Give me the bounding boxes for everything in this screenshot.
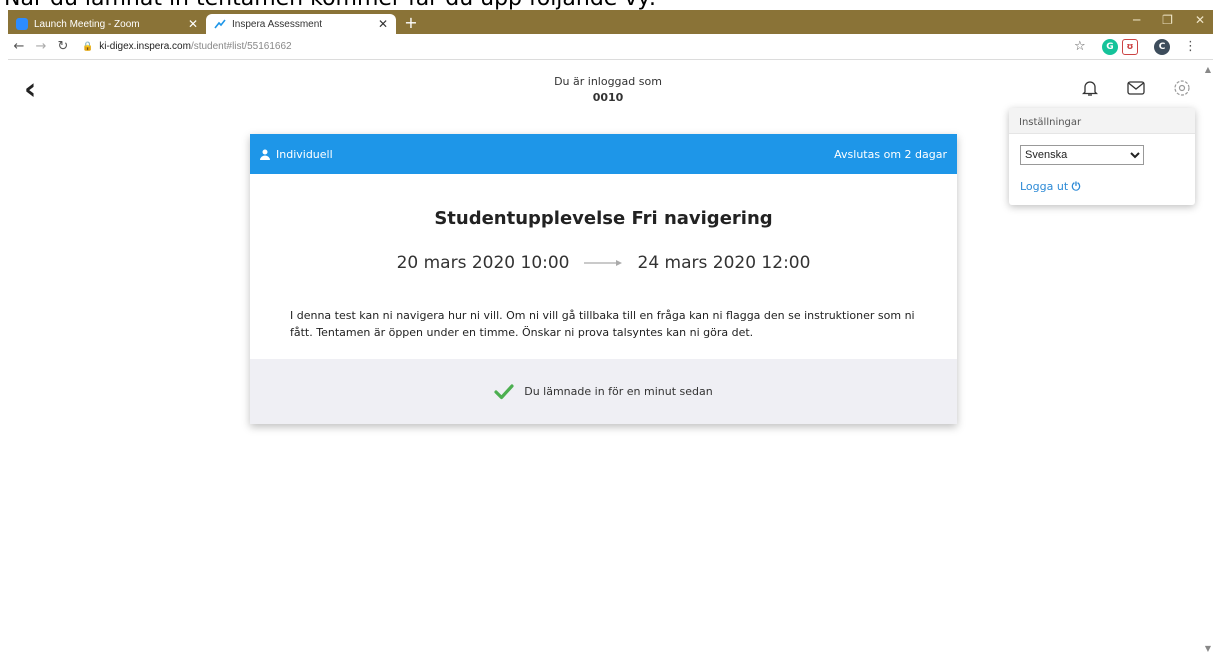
- minimize-icon[interactable]: ─: [1133, 13, 1140, 27]
- back-icon[interactable]: ‹: [24, 75, 36, 105]
- logout-link[interactable]: Logga ut ⏻: [1020, 180, 1080, 194]
- forward-arrow-icon[interactable]: →: [30, 39, 52, 54]
- arrow-right-icon: [583, 260, 622, 266]
- star-icon[interactable]: ☆: [1074, 39, 1086, 54]
- settings-dropdown: Inställningar Svenska Logga ut ⏻: [1009, 108, 1195, 205]
- checkmark-icon: [494, 383, 514, 399]
- url-path: /student#list/55161662: [190, 41, 292, 52]
- caption-text: När du lämnat in tentamen kommer får du …: [4, 0, 656, 10]
- browser-window: Launch Meeting - Zoom ✕ Inspera Assessme…: [8, 10, 1213, 655]
- back-arrow-icon[interactable]: ←: [8, 39, 30, 54]
- tab-inspera[interactable]: Inspera Assessment ✕: [206, 14, 396, 34]
- scroll-down-icon[interactable]: ▼: [1205, 644, 1211, 653]
- logout-label: Logga ut: [1020, 180, 1069, 193]
- exam-card[interactable]: Individuell Avslutas om 2 dagar Studentu…: [250, 134, 957, 424]
- restore-icon[interactable]: ❐: [1162, 13, 1173, 27]
- exam-dates: 20 mars 2020 10:00 24 mars 2020 12:00: [250, 253, 957, 273]
- close-window-icon[interactable]: ✕: [1195, 13, 1205, 27]
- gear-icon[interactable]: [1171, 77, 1193, 99]
- url-field[interactable]: 🔒 ki-digex.inspera.com/student#list/5516…: [82, 41, 292, 52]
- language-select[interactable]: Svenska: [1020, 145, 1144, 165]
- exam-type: Individuell: [276, 147, 333, 161]
- tab-bar: Launch Meeting - Zoom ✕ Inspera Assessme…: [8, 10, 1213, 34]
- tab-title: Launch Meeting - Zoom: [34, 18, 140, 30]
- reload-icon[interactable]: ↻: [52, 39, 74, 54]
- status-text: Du lämnade in för en minut sedan: [524, 385, 713, 398]
- tab-zoom[interactable]: Launch Meeting - Zoom ✕: [8, 14, 206, 34]
- scroll-up-icon[interactable]: ▲: [1205, 65, 1211, 74]
- bell-icon[interactable]: [1079, 77, 1101, 99]
- exam-description: I denna test kan ni navigera hur ni vill…: [290, 309, 915, 339]
- menu-dots-icon[interactable]: ⋮: [1184, 39, 1197, 54]
- page-content: ‹ Du är inloggad som 0010 Inställningar …: [8, 61, 1213, 655]
- profile-avatar[interactable]: C: [1154, 39, 1170, 55]
- lock-icon: 🔒: [82, 41, 94, 51]
- submission-status: Du lämnade in för en minut sedan: [250, 359, 957, 424]
- window-controls: ─ ❐ ✕: [1133, 13, 1205, 27]
- start-date: 20 mars 2020 10:00: [396, 253, 570, 273]
- ends-in: Avslutas om 2 dagar: [834, 147, 947, 161]
- person-icon: [260, 149, 270, 160]
- card-header: Individuell Avslutas om 2 dagar: [250, 134, 957, 174]
- document-caption: När du lämnat in tentamen kommer får du …: [0, 0, 1213, 10]
- logged-in-info: Du är inloggad som 0010: [518, 75, 698, 104]
- mail-icon[interactable]: [1125, 77, 1147, 99]
- user-id: 0010: [592, 91, 624, 104]
- exam-title: Studentupplevelse Fri navigering: [434, 208, 773, 229]
- close-icon[interactable]: ✕: [188, 17, 198, 31]
- logged-in-label: Du är inloggad som: [554, 75, 662, 88]
- grammarly-icon[interactable]: G: [1102, 39, 1118, 55]
- power-icon: ⏻: [1071, 180, 1081, 193]
- new-tab-button[interactable]: +: [402, 14, 420, 32]
- extension-icon[interactable]: ʊ: [1122, 39, 1138, 55]
- url-host: ki-digex.inspera.com: [99, 41, 191, 52]
- end-date: 24 mars 2020 12:00: [637, 253, 811, 273]
- inspera-icon: [214, 18, 226, 30]
- zoom-icon: [16, 18, 28, 30]
- top-icons: [1079, 77, 1193, 99]
- address-bar: ← → ↻ 🔒 ki-digex.inspera.com/student#lis…: [8, 34, 1213, 60]
- tab-title: Inspera Assessment: [232, 18, 323, 30]
- close-icon[interactable]: ✕: [378, 17, 388, 31]
- settings-title: Inställningar: [1009, 108, 1195, 134]
